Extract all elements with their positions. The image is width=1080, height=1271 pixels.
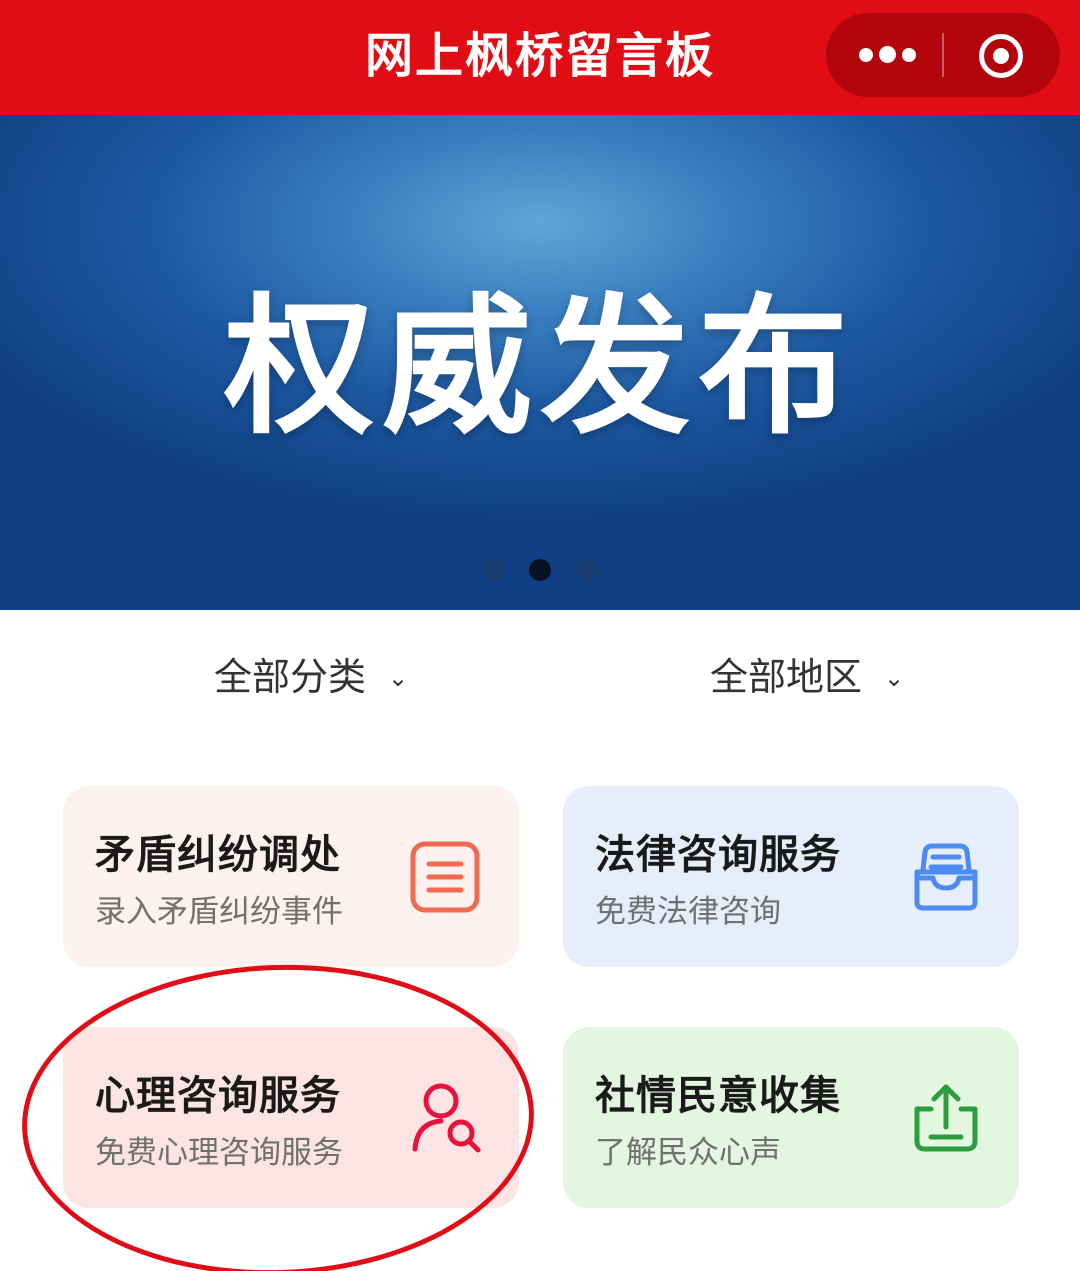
region-filter-label: 全部地区 xyxy=(710,655,863,699)
card-subtitle: 录入矛盾纠纷事件 xyxy=(95,894,343,930)
chevron-down-icon: ⌄ xyxy=(388,664,409,692)
carousel-dot-3[interactable] xyxy=(576,559,599,581)
more-dots-icon[interactable] xyxy=(826,13,942,97)
card-legal-consultation[interactable]: 法律咨询服务 免费法律咨询 xyxy=(563,786,1019,967)
category-filter-dropdown[interactable]: 全部分类 ⌄ xyxy=(214,650,408,704)
carousel-indicators xyxy=(0,559,1080,583)
banner-headline: 权威发布 xyxy=(223,281,856,455)
user-search-icon xyxy=(412,1083,481,1153)
top-nav-bar: 网上枫桥留言板 xyxy=(0,0,1080,115)
card-subtitle: 免费法律咨询 xyxy=(595,894,781,930)
banner-carousel[interactable]: 权威发布 xyxy=(0,115,1080,610)
chevron-down-icon: ⌄ xyxy=(884,664,905,692)
card-public-opinion[interactable]: 社情民意收集 了解民众心声 xyxy=(563,1027,1019,1208)
region-filter-dropdown[interactable]: 全部地区 ⌄ xyxy=(710,650,904,704)
category-filter-label: 全部分类 xyxy=(214,655,367,699)
card-psychological-consultation[interactable]: 心理咨询服务 免费心理咨询服务 xyxy=(63,1027,519,1208)
card-title: 社情民意收集 xyxy=(595,1073,841,1119)
card-subtitle: 了解民众心声 xyxy=(595,1135,781,1171)
card-subtitle: 免费心理咨询服务 xyxy=(95,1135,343,1171)
card-title: 心理咨询服务 xyxy=(95,1073,341,1119)
carousel-dot-1[interactable] xyxy=(481,559,504,581)
inbox-tray-icon xyxy=(914,843,978,911)
mini-program-capsule xyxy=(826,13,1060,97)
target-circle-icon[interactable] xyxy=(944,13,1060,97)
card-title: 法律咨询服务 xyxy=(595,832,841,878)
upload-tray-icon xyxy=(914,1084,978,1152)
document-list-icon xyxy=(410,841,480,913)
carousel-dot-2[interactable] xyxy=(529,559,551,581)
card-dispute-mediation[interactable]: 矛盾纠纷调处 录入矛盾纠纷事件 xyxy=(63,786,519,967)
card-title: 矛盾纠纷调处 xyxy=(95,832,341,878)
